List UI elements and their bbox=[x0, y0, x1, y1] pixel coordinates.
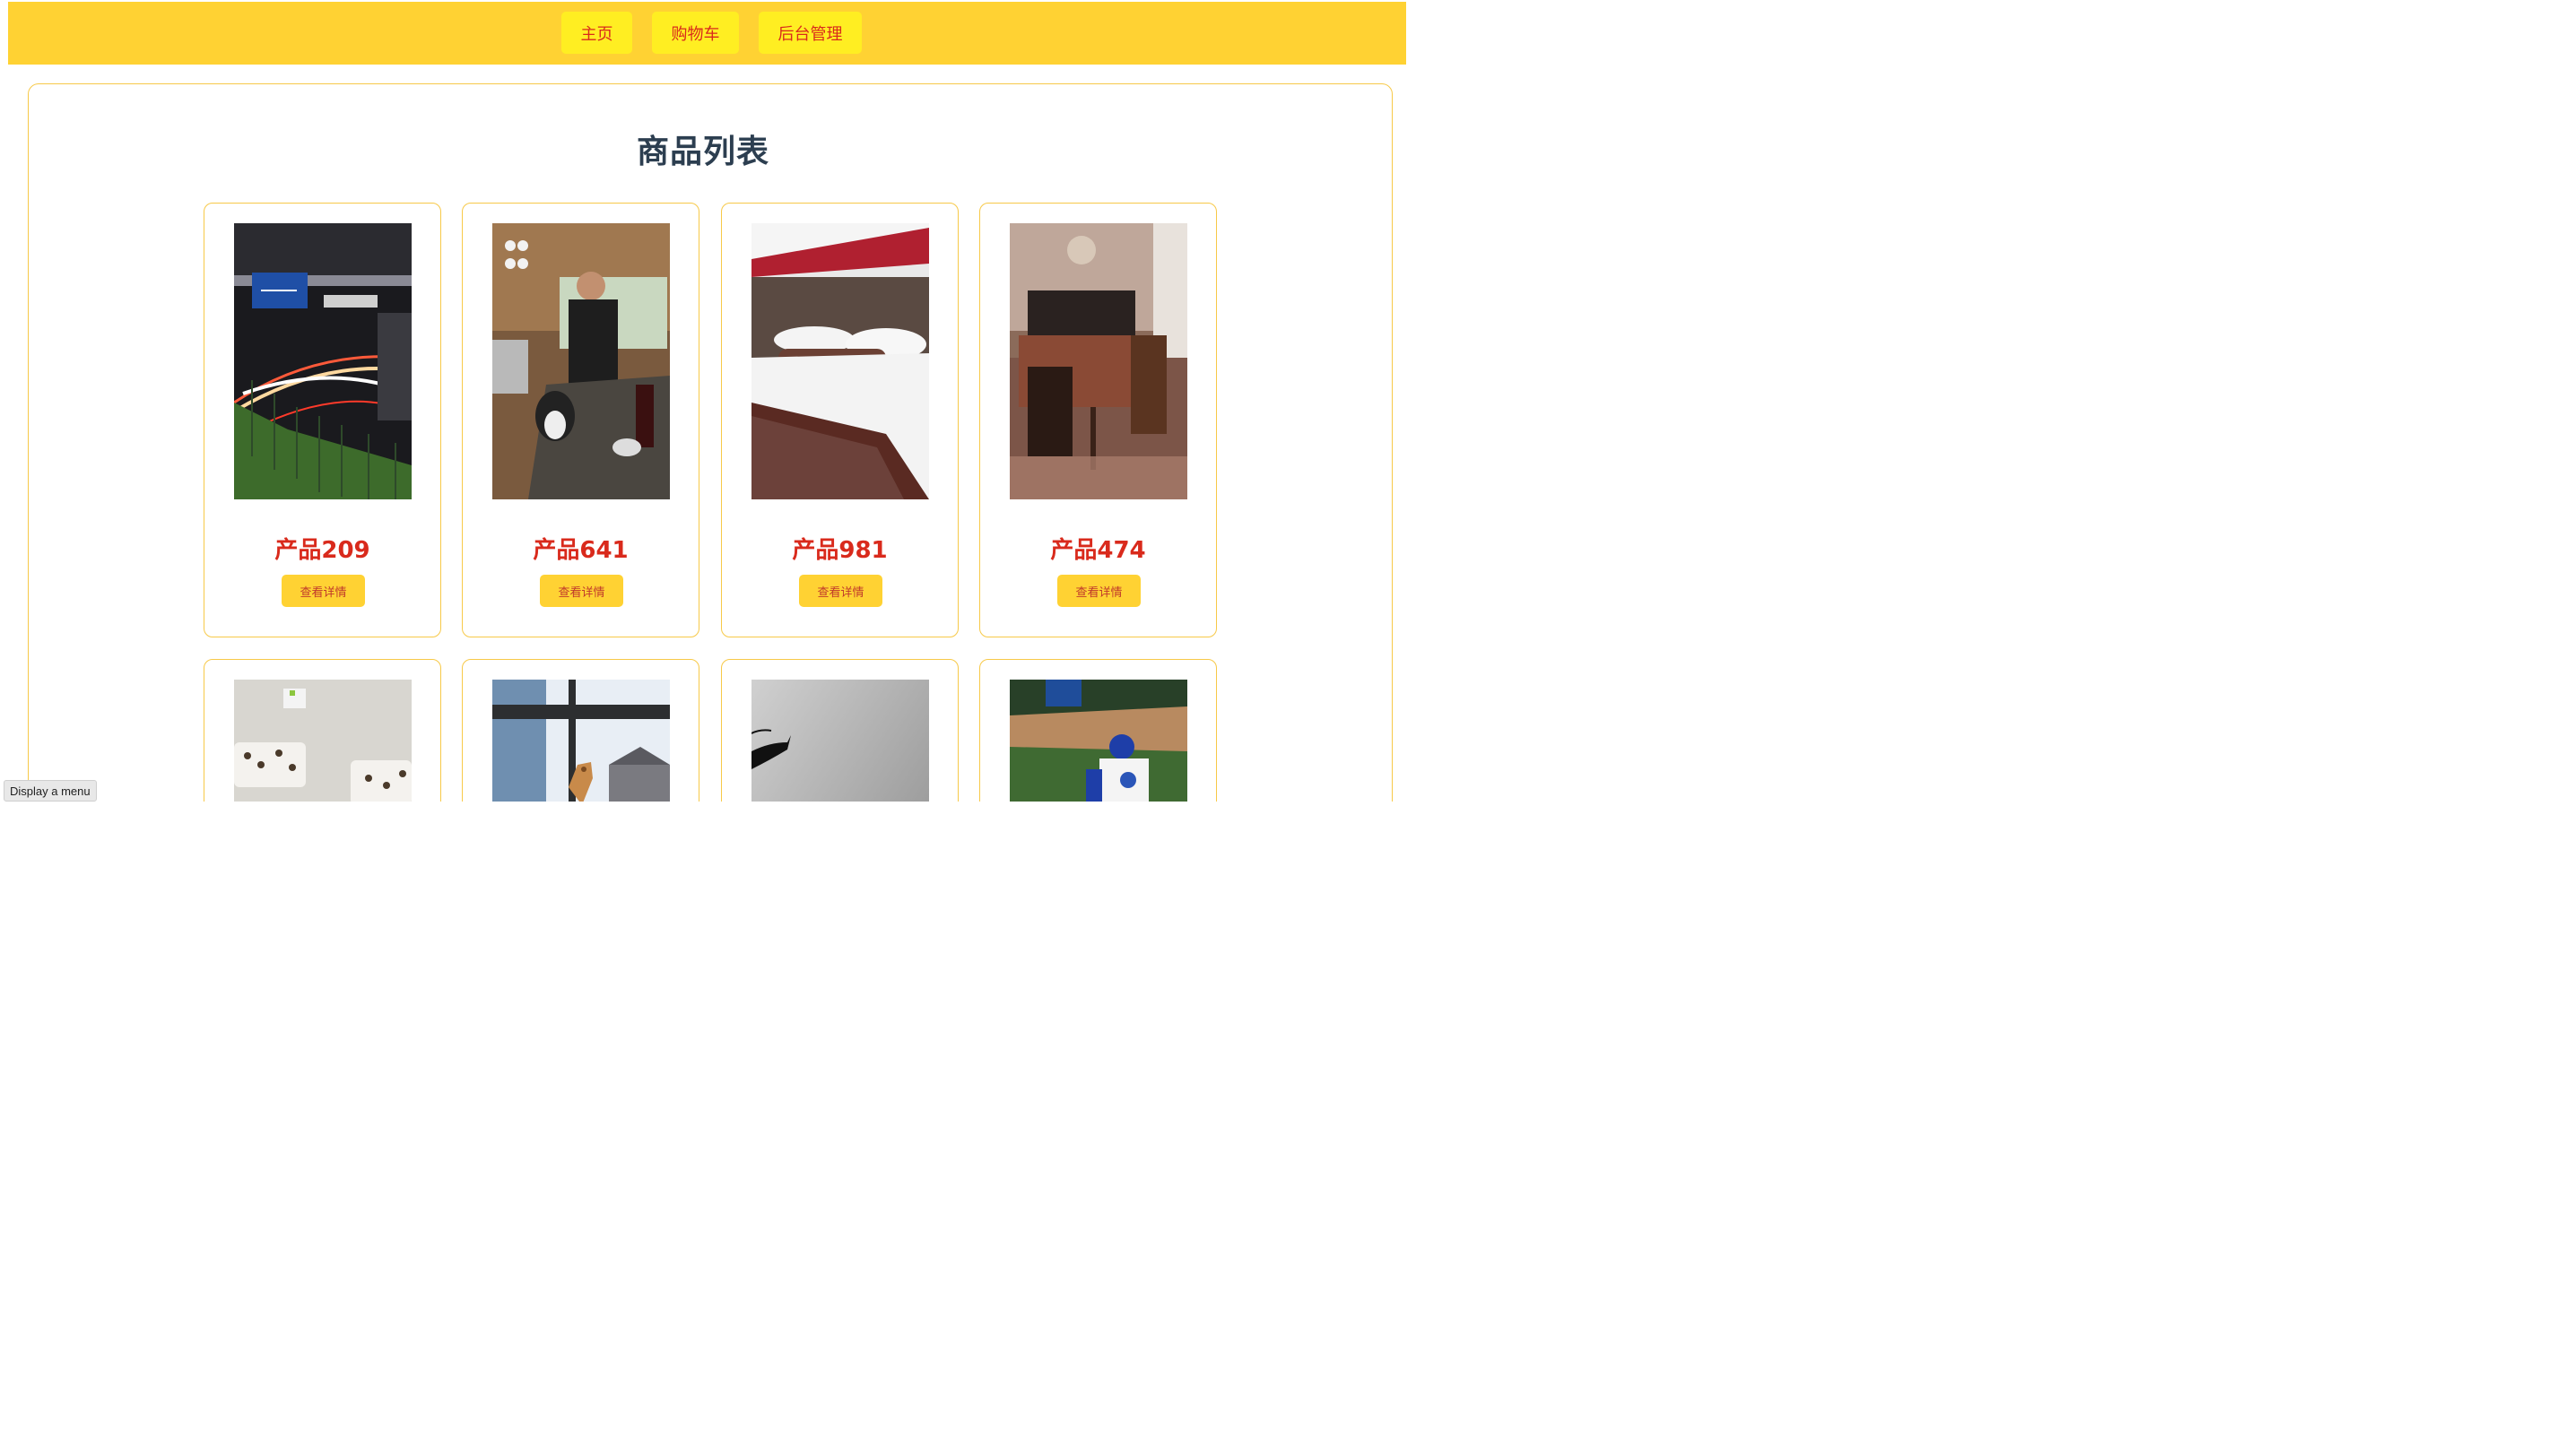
product-card: 产品209 查看详情 bbox=[204, 203, 441, 637]
product-image[interactable] bbox=[234, 680, 412, 802]
nav-cart-button[interactable]: 购物车 bbox=[652, 12, 739, 54]
night-highway-image bbox=[234, 223, 412, 499]
product-image[interactable] bbox=[492, 223, 670, 499]
product-image[interactable] bbox=[1010, 680, 1187, 802]
product-name: 产品641 bbox=[533, 537, 629, 564]
product-image[interactable] bbox=[1010, 223, 1187, 499]
page-title: 商品列表 bbox=[636, 134, 769, 170]
product-card bbox=[462, 659, 699, 802]
baseball-player-image bbox=[1010, 680, 1187, 802]
dining-room-image bbox=[1010, 223, 1187, 499]
display-menu-hint[interactable]: Display a menu bbox=[4, 780, 97, 802]
product-name: 产品209 bbox=[274, 537, 370, 564]
product-card bbox=[979, 659, 1217, 802]
product-list-page: 主页 购物车 后台管理 商品列表 产品209 查看详情 产品641 查看详情 产… bbox=[0, 0, 1406, 802]
nav-admin-button[interactable]: 后台管理 bbox=[759, 12, 862, 54]
product-image[interactable] bbox=[751, 223, 929, 499]
giraffe-window-image bbox=[492, 680, 670, 802]
view-details-button[interactable]: 查看详情 bbox=[1057, 575, 1141, 607]
product-card: 产品641 查看详情 bbox=[462, 203, 699, 637]
product-image[interactable] bbox=[234, 223, 412, 499]
bathroom-sinks-image bbox=[234, 680, 412, 802]
hotel-bed-image bbox=[751, 223, 929, 499]
product-image[interactable] bbox=[751, 680, 929, 802]
kite-sky-image bbox=[751, 680, 929, 802]
product-card: 产品474 查看详情 bbox=[979, 203, 1217, 637]
product-card: 产品981 查看详情 bbox=[721, 203, 959, 637]
product-name: 产品474 bbox=[1050, 537, 1146, 564]
product-card bbox=[204, 659, 441, 802]
nav-home-button[interactable]: 主页 bbox=[561, 12, 632, 54]
product-card bbox=[721, 659, 959, 802]
product-image[interactable] bbox=[492, 680, 670, 802]
view-details-button[interactable]: 查看详情 bbox=[799, 575, 882, 607]
product-name: 产品981 bbox=[792, 537, 888, 564]
man-cooking-image bbox=[492, 223, 670, 499]
view-details-button[interactable]: 查看详情 bbox=[540, 575, 623, 607]
top-nav-bar: 主页 购物车 后台管理 bbox=[8, 2, 1406, 65]
view-details-button[interactable]: 查看详情 bbox=[282, 575, 365, 607]
